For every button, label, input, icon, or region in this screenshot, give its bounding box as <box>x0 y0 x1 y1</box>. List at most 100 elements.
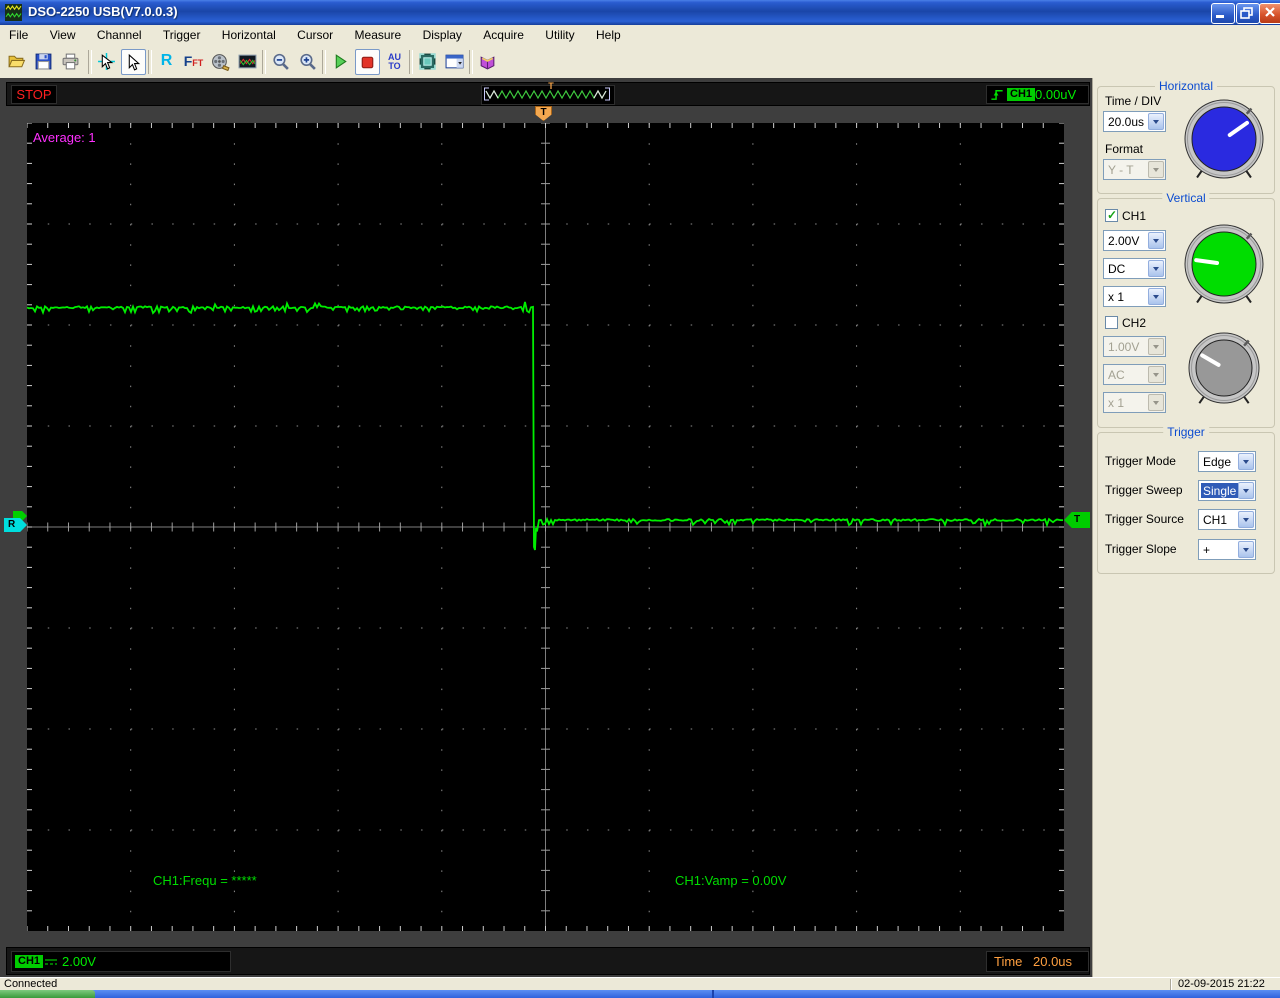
ch1-coupling-select[interactable]: DC <box>1103 258 1166 279</box>
auto-icon: AU TO <box>388 52 401 71</box>
dropdown-arrow-icon <box>1148 394 1164 411</box>
app-icon <box>5 4 22 21</box>
ch2-coupling-select: AC <box>1103 364 1166 385</box>
dropdown-arrow-icon[interactable] <box>1238 453 1254 470</box>
dropdown-arrow-icon[interactable] <box>1148 260 1164 277</box>
toolbar-separator <box>88 50 92 74</box>
stop-status-label: STOP <box>16 87 52 102</box>
ch1-checkbox[interactable] <box>1105 208 1118 222</box>
close-button[interactable] <box>1259 3 1280 24</box>
help-button[interactable] <box>475 49 500 75</box>
start-button-sliver[interactable] <box>0 990 95 998</box>
menu-help[interactable]: Help <box>587 25 630 46</box>
windows-taskbar[interactable] <box>0 990 1280 998</box>
statusbar-separator <box>1170 979 1172 990</box>
fullscreen-button[interactable] <box>415 49 440 75</box>
menu-cursor[interactable]: Cursor <box>288 25 342 46</box>
preview-trigger-marker[interactable]: T <box>544 81 558 91</box>
run-stop-indicator: STOP <box>11 85 57 104</box>
toolbar-separator <box>469 50 473 74</box>
trigger-source-label: Trigger Source <box>1105 512 1184 526</box>
crosshair-cursor-icon <box>98 53 115 70</box>
trigger-sweep-label: Trigger Sweep <box>1105 483 1183 497</box>
dropdown-arrow-icon[interactable] <box>1238 511 1254 528</box>
menu-utility[interactable]: Utility <box>536 25 583 46</box>
dropdown-arrow-icon[interactable] <box>1148 288 1164 305</box>
rising-edge-icon <box>991 90 1003 100</box>
print-icon <box>62 53 79 70</box>
menu-channel[interactable]: Channel <box>88 25 151 46</box>
toolbar-separator <box>409 50 413 74</box>
zoom-out-icon <box>273 53 289 70</box>
ch2-position-knob[interactable] <box>1180 324 1268 419</box>
waveform-thumbnail-icon <box>238 54 257 69</box>
window-title: DSO-2250 USB(V7.0.0.3) <box>28 4 178 19</box>
restore-button[interactable] <box>1236 3 1260 24</box>
menu-measure[interactable]: Measure <box>346 25 411 46</box>
reference-button[interactable]: R <box>154 49 179 75</box>
play-icon <box>335 54 347 69</box>
ch2-volt-select: 1.00V <box>1103 336 1166 357</box>
menu-file[interactable]: File <box>0 25 37 46</box>
autoset-button[interactable]: AU TO <box>382 49 407 75</box>
print-button[interactable] <box>58 49 83 75</box>
window-layout-icon <box>445 54 464 69</box>
trigger-sweep-select[interactable]: Single <box>1198 480 1256 501</box>
trigger-position-marker[interactable]: T <box>535 106 552 121</box>
menu-acquire[interactable]: Acquire <box>474 25 533 46</box>
dropdown-arrow-icon <box>1148 161 1164 178</box>
dropdown-arrow-icon[interactable] <box>1148 113 1164 130</box>
open-button[interactable] <box>4 49 29 75</box>
taskbar-divider <box>712 990 714 998</box>
save-button[interactable] <box>31 49 56 75</box>
ch1-scale-readout: CH1 2.00V <box>11 951 231 972</box>
stop-acquire-button[interactable] <box>355 49 380 75</box>
trigger-slope-select[interactable]: + <box>1198 539 1256 560</box>
control-panel: Horizontal Time / DIV 20.0us Format Y - … <box>1092 78 1280 977</box>
open-folder-icon <box>8 55 26 68</box>
zoom-out-button[interactable] <box>268 49 293 75</box>
select-cursor-button[interactable] <box>121 49 146 75</box>
time-div-select[interactable]: 20.0us <box>1103 111 1166 132</box>
status-bar: Connected 02-09-2015 21:22 <box>0 977 1280 991</box>
trigger-group-title: Trigger <box>1163 425 1209 439</box>
ch1-position-knob[interactable] <box>1176 216 1272 319</box>
ch1-volt-select[interactable]: 2.00V <box>1103 230 1166 251</box>
ch1-checkbox-label: CH1 <box>1122 209 1147 223</box>
waveform-view-button[interactable] <box>235 49 260 75</box>
menu-display[interactable]: Display <box>414 25 471 46</box>
dropdown-arrow-icon[interactable] <box>1148 232 1164 249</box>
minimize-button[interactable] <box>1211 3 1235 24</box>
menu-view[interactable]: View <box>41 25 85 46</box>
toolbar-separator <box>262 50 266 74</box>
menu-horizontal[interactable]: Horizontal <box>213 25 285 46</box>
start-button[interactable] <box>328 49 353 75</box>
horizontal-knob[interactable] <box>1176 91 1272 194</box>
window-layout-button[interactable] <box>442 49 467 75</box>
trigger-slope-label: Trigger Slope <box>1105 542 1177 556</box>
film-reel-icon <box>212 54 230 72</box>
dropdown-arrow-icon[interactable] <box>1238 541 1254 558</box>
dc-coupling-icon <box>45 959 57 965</box>
time-div-label: Time / DIV <box>1105 94 1162 108</box>
scope-display[interactable]: Average: 1 CH1:Frequ = ***** CH1:Vamp = … <box>26 122 1064 931</box>
trigger-level-marker[interactable]: T <box>1064 512 1090 528</box>
record-button[interactable] <box>208 49 233 75</box>
reference-marker[interactable]: R <box>4 518 27 532</box>
ch2-checkbox-label: CH2 <box>1122 316 1147 330</box>
menu-trigger[interactable]: Trigger <box>154 25 210 46</box>
time-label: Time <box>994 954 1023 969</box>
fft-button[interactable]: FFT <box>181 49 206 75</box>
dropdown-arrow-icon[interactable] <box>1238 482 1254 499</box>
cursor-measure-button[interactable] <box>94 49 119 75</box>
vertical-group-title: Vertical <box>1162 191 1210 205</box>
trigger-source-select[interactable]: CH1 <box>1198 509 1256 530</box>
scope-client-area: STOP T CH1 0.00uV Average: 1 CH1:Frequ =… <box>0 78 1280 977</box>
ch2-checkbox[interactable] <box>1105 316 1118 329</box>
top-status-strip: STOP T CH1 0.00uV <box>6 81 1090 106</box>
trigger-mode-label: Trigger Mode <box>1105 454 1176 468</box>
zoom-in-button[interactable] <box>295 49 320 75</box>
trigger-mode-select[interactable]: Edge <box>1198 451 1256 472</box>
ch1-badge: CH1 <box>15 955 44 968</box>
ch1-probe-select[interactable]: x 1 <box>1103 286 1166 307</box>
